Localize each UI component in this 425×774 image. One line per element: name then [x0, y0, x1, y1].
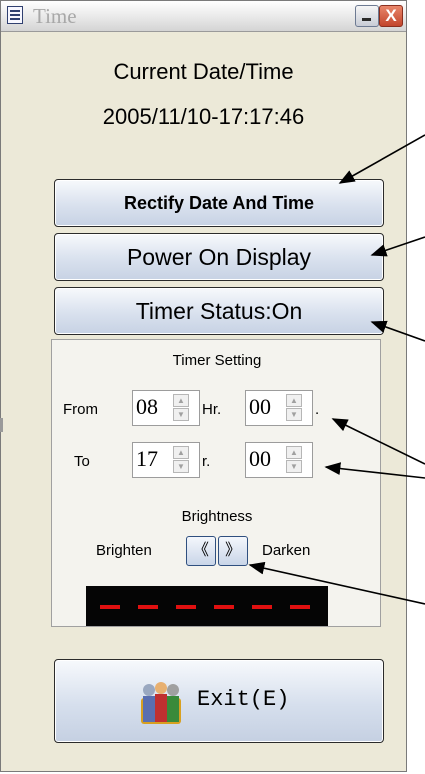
- to-hour-unit: r.: [202, 453, 211, 470]
- brighten-label: Brighten: [96, 542, 152, 559]
- to-label: To: [74, 453, 90, 470]
- spin-down-icon[interactable]: ▼: [173, 460, 189, 473]
- close-button[interactable]: X: [379, 5, 403, 27]
- minimize-button[interactable]: [355, 5, 379, 27]
- current-datetime-label: Current Date/Time: [113, 59, 294, 84]
- window-title: Time: [33, 4, 77, 28]
- current-datetime-value: 2005/11/10-17:17:46: [102, 104, 305, 129]
- users-group-icon: [141, 682, 181, 724]
- exit-button[interactable]: Exit(E): [54, 659, 384, 743]
- timer-setting-title: Timer Setting: [172, 352, 262, 369]
- spin-down-icon[interactable]: ▼: [286, 460, 302, 473]
- to-hour-value: 17: [136, 446, 158, 471]
- time-window: Time X Current Date/Time 2005/11/10-17:1…: [0, 0, 407, 772]
- app-document-icon: [7, 6, 23, 24]
- window-edge-tick: [0, 418, 3, 432]
- power-on-display-button[interactable]: Power On Display: [54, 233, 384, 281]
- title-bar[interactable]: Time X: [1, 1, 406, 32]
- brightness-led-display: [86, 586, 328, 626]
- spin-down-icon[interactable]: ▼: [173, 408, 189, 421]
- led-segment: [290, 605, 310, 609]
- from-minute-unit: .: [315, 401, 320, 418]
- brightness-title: Brightness: [181, 508, 253, 525]
- darken-button[interactable]: 》: [218, 536, 248, 566]
- spin-up-icon[interactable]: ▲: [286, 446, 302, 459]
- to-minute-spinner[interactable]: 00 ▲ ▼: [245, 442, 313, 478]
- spin-up-icon[interactable]: ▲: [173, 394, 189, 407]
- led-segment: [252, 605, 272, 609]
- led-segment: [100, 605, 120, 609]
- brighten-button[interactable]: 《: [186, 536, 216, 566]
- to-minute-value: 00: [249, 446, 271, 471]
- rectify-date-time-button[interactable]: Rectify Date And Time: [54, 179, 384, 227]
- timer-status-button[interactable]: Timer Status:On: [54, 287, 384, 335]
- led-segment: [138, 605, 158, 609]
- led-segment: [176, 605, 196, 609]
- exit-label: Exit(E): [197, 687, 290, 712]
- from-hour-value: 08: [136, 394, 158, 419]
- darken-label: Darken: [262, 542, 311, 559]
- from-hour-unit: Hr.: [202, 401, 222, 418]
- from-minute-spinner[interactable]: 00 ▲ ▼: [245, 390, 313, 426]
- to-hour-spinner[interactable]: 17 ▲ ▼: [132, 442, 200, 478]
- led-segment: [214, 605, 234, 609]
- spin-down-icon[interactable]: ▼: [286, 408, 302, 421]
- from-label: From: [63, 401, 98, 418]
- timer-setting-panel: Timer Setting From 08 ▲ ▼ Hr. 00 ▲ ▼ . T…: [51, 339, 381, 627]
- from-hour-spinner[interactable]: 08 ▲ ▼: [132, 390, 200, 426]
- from-minute-value: 00: [249, 394, 271, 419]
- spin-up-icon[interactable]: ▲: [173, 446, 189, 459]
- spin-up-icon[interactable]: ▲: [286, 394, 302, 407]
